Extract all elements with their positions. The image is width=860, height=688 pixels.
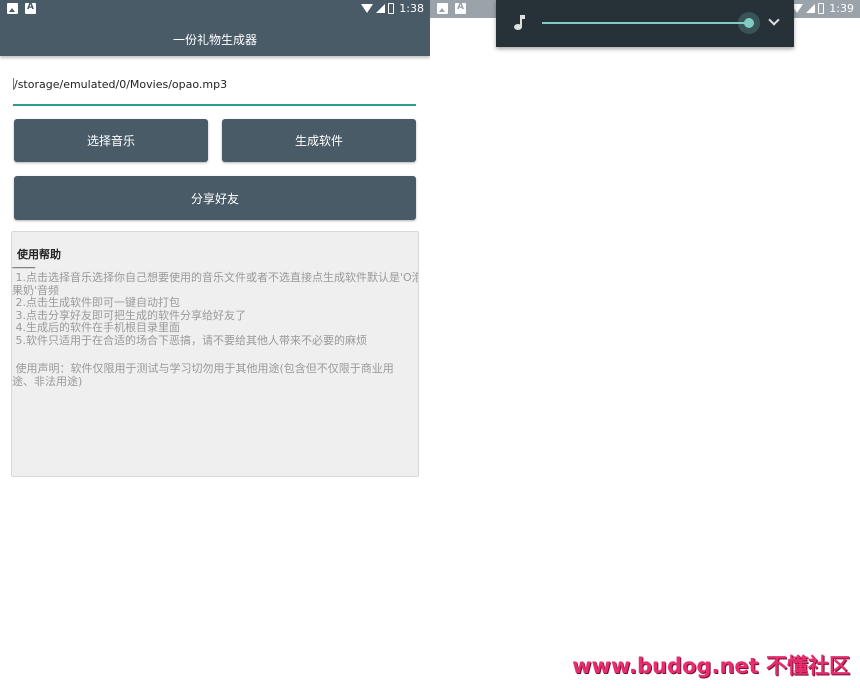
music-note-icon[interactable] <box>513 15 525 31</box>
screenshot-stage: 1:38 一份礼物生成器 /storage/emulated/0/Movies/… <box>0 0 860 688</box>
music-path-input[interactable]: /storage/emulated/0/Movies/opao.mp3 <box>13 78 416 106</box>
volume-slider-track[interactable] <box>542 22 749 24</box>
status-icons: 1:38 <box>361 2 424 15</box>
status-icons-dimmed: 1:39 <box>791 2 854 15</box>
signal-icon <box>806 4 816 13</box>
app-title: 一份礼物生成器 <box>172 33 257 47</box>
help-title: 使用帮助 <box>17 248 61 261</box>
battery-icon <box>818 3 825 14</box>
signal-icon <box>376 4 386 13</box>
status-time: 1:39 <box>829 2 854 15</box>
app-toolbar: 一份礼物生成器 <box>0 18 430 56</box>
a-notification-icon <box>455 2 466 14</box>
select-music-label: 选择音乐 <box>86 134 135 148</box>
app-screen: 1:38 一份礼物生成器 /storage/emulated/0/Movies/… <box>0 0 430 688</box>
select-music-button[interactable]: 选择音乐 <box>14 119 208 162</box>
wifi-icon <box>361 4 374 13</box>
build-app-label: 生成软件 <box>294 134 343 148</box>
site-watermark: www.budog.net 不懂社区 <box>572 654 850 678</box>
music-path-value: /storage/emulated/0/Movies/opao.mp3 <box>14 78 228 91</box>
battery-icon <box>388 3 395 14</box>
notification-icons <box>7 2 36 14</box>
usage-declaration: 使用声明：软件仅限用于测试与学习切勿用于其他用途(包含但不仅限于商业用途、非法用… <box>12 362 394 388</box>
notification-icons-dimmed <box>437 2 466 14</box>
help-instructions: 1.点击选择音乐选择你自己想要使用的音乐文件或者不选直接点生成软件默认是'O泡果… <box>12 271 419 347</box>
volume-panel <box>496 0 794 47</box>
status-bar: 1:38 <box>0 0 430 18</box>
share-friends-label: 分享好友 <box>190 191 239 206</box>
note-head <box>514 24 522 30</box>
chevron-down-icon[interactable] <box>768 14 780 26</box>
share-friends-button[interactable]: 分享好友 <box>14 176 416 220</box>
status-time: 1:38 <box>399 2 424 15</box>
volume-slider-thumb[interactable] <box>744 18 754 28</box>
image-notification-icon <box>437 3 448 14</box>
note-flag <box>520 15 525 19</box>
a-notification-icon <box>25 2 36 14</box>
help-panel[interactable]: 使用帮助 ------------ 1.点击选择音乐选择你自己想要使用的音乐文件… <box>11 231 419 477</box>
build-app-button[interactable]: 生成软件 <box>222 119 416 162</box>
volume-screen: 1:39 <box>430 0 860 688</box>
image-notification-icon <box>7 3 18 14</box>
